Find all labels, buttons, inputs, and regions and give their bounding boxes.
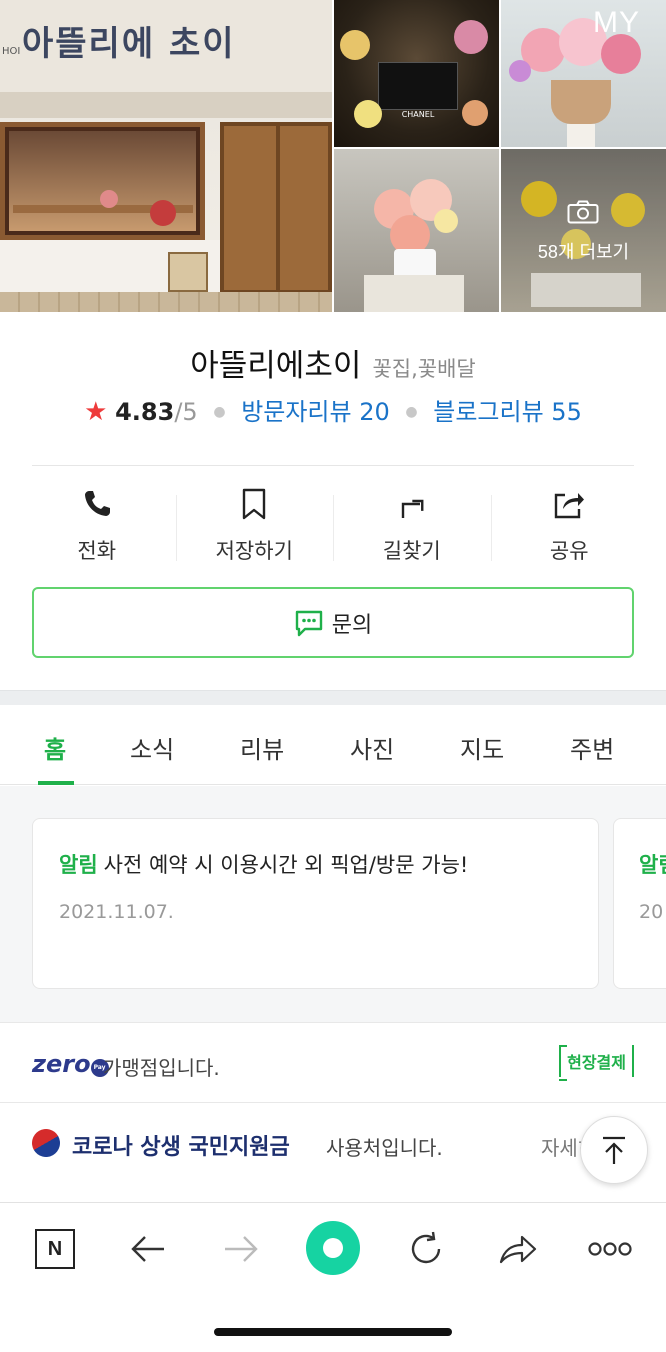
share-page-button[interactable] (496, 1227, 540, 1271)
bookmark-icon (243, 488, 266, 520)
store-board (168, 252, 208, 292)
tab-photos[interactable]: 사진 (350, 730, 394, 765)
tab-map[interactable]: 지도 (460, 730, 504, 765)
photo-flower-basket[interactable] (501, 0, 666, 147)
chat-icon (295, 610, 322, 636)
action-bar: 전화 저장하기 길찾기 공유 (18, 487, 648, 567)
more-menu-button[interactable] (588, 1227, 632, 1271)
tab-home[interactable]: 홈 (44, 730, 66, 765)
notice-card[interactable]: 알림 사전 예약 시 이용시간 외 픽업/방문 가능! 2021.11.07. (32, 818, 599, 989)
back-button[interactable] (126, 1227, 170, 1271)
photo-storefront[interactable]: 아뜰리에 초이 HOI (0, 0, 332, 312)
my-button[interactable]: MY (593, 6, 640, 40)
star-icon: ★ (84, 397, 108, 427)
naver-home-button[interactable]: N (33, 1227, 77, 1271)
notice-tag: 알림 (59, 853, 98, 877)
tab-news[interactable]: 소식 (130, 730, 174, 765)
separator-dot: ● (213, 404, 226, 420)
notice-text-row: 알림 사전 예약 시 이용시간 외 픽업/방문 가능! (59, 849, 468, 879)
store-sign-small-text: HOI (2, 46, 21, 57)
arrow-right-icon (225, 1236, 258, 1262)
camera-icon (567, 200, 599, 224)
inquiry-label: 문의 (331, 612, 373, 638)
zeropay-row[interactable]: zero Pay 가맹점입니다. 현장결제 (0, 1022, 666, 1102)
home-indicator (214, 1328, 452, 1336)
notice-card-next[interactable]: 알림 20 (613, 818, 666, 989)
directions-icon (401, 499, 424, 518)
photo-flower-vase[interactable] (334, 149, 499, 312)
store-sign: 아뜰리에 초이 HOI (0, 0, 332, 92)
chanel-text: CHANEL (401, 110, 435, 119)
naver-n-icon: N (35, 1229, 75, 1269)
store-door (220, 122, 332, 294)
directions-label: 길찾기 (382, 539, 441, 563)
separator-dot: ● (405, 404, 418, 420)
place-category: 꽃집,꽃배달 (372, 357, 476, 381)
inquiry-button[interactable]: 문의 (32, 587, 634, 658)
zeropay-text: 가맹점입니다. (103, 1056, 220, 1080)
active-tab-indicator (38, 781, 74, 785)
arrow-left-icon (131, 1236, 164, 1262)
refresh-icon (411, 1231, 441, 1264)
more-photos-link[interactable]: 58개 더보기 (501, 238, 666, 264)
corona-support-row[interactable]: 코로나 상생 국민지원금 사용처입니다. 자세히 (0, 1102, 666, 1182)
corona-support-title: 코로나 상생 국민지원금 (72, 1135, 290, 1160)
divider (32, 465, 634, 466)
tab-reviews[interactable]: 리뷰 (240, 730, 284, 765)
visitor-reviews-link[interactable]: 방문자리뷰 20 (241, 398, 390, 426)
notice-date-next: 20 (639, 901, 664, 923)
scroll-top-button[interactable] (580, 1116, 648, 1184)
call-label: 전화 (77, 539, 117, 563)
share-icon (555, 493, 585, 519)
directions-button[interactable]: 길찾기 (333, 487, 491, 567)
share-label: 공유 (549, 539, 589, 563)
share-arrow-icon (499, 1235, 537, 1264)
notice-tag-next: 알림 (639, 853, 666, 877)
rating-max: /5 (174, 398, 198, 426)
more-dots-icon (588, 1242, 632, 1256)
store-sign-text: 아뜰리에 초이 (22, 24, 236, 64)
save-button[interactable]: 저장하기 (175, 487, 334, 567)
onsite-payment-badge: 현장결제 (559, 1045, 634, 1081)
blog-reviews-link[interactable]: 블로그리뷰 55 (433, 398, 582, 426)
refresh-button[interactable] (404, 1227, 448, 1271)
place-stats-row: ★ 4.83/5 ● 방문자리뷰 20 ● 블로그리뷰 55 (0, 392, 666, 427)
green-dot-button[interactable] (306, 1221, 360, 1275)
save-label: 저장하기 (215, 539, 293, 563)
store-window (0, 122, 205, 240)
store-beam (0, 92, 332, 118)
arrow-up-icon (603, 1136, 625, 1164)
notice-text: 사전 예약 시 이용시간 외 픽업/방문 가능! (103, 853, 469, 877)
rating-value: 4.83 (115, 398, 175, 426)
section-separator (0, 690, 666, 705)
place-title-row: 아뜰리에초이 꽃집,꽃배달 (0, 340, 666, 385)
call-button[interactable]: 전화 (18, 487, 176, 567)
place-name: 아뜰리에초이 (190, 348, 362, 384)
forward-button[interactable] (219, 1227, 263, 1271)
share-button[interactable]: 공유 (490, 487, 649, 567)
tab-bar: 홈 소식 리뷰 사진 지도 주변 (0, 705, 666, 785)
notice-date: 2021.11.07. (59, 901, 174, 923)
phone-icon (84, 491, 110, 516)
photo-gallery[interactable]: 아뜰리에 초이 HOI CHANEL MY 58개 더보기 (0, 0, 666, 312)
green-dot-icon (323, 1238, 343, 1258)
zeropay-logo: zero Pay (32, 1050, 109, 1078)
taegeuk-icon (26, 1123, 66, 1163)
tab-nearby[interactable]: 주변 (570, 730, 614, 765)
photo-flower-box[interactable]: CHANEL (334, 0, 499, 147)
corona-support-text: 사용처입니다. (326, 1136, 443, 1160)
